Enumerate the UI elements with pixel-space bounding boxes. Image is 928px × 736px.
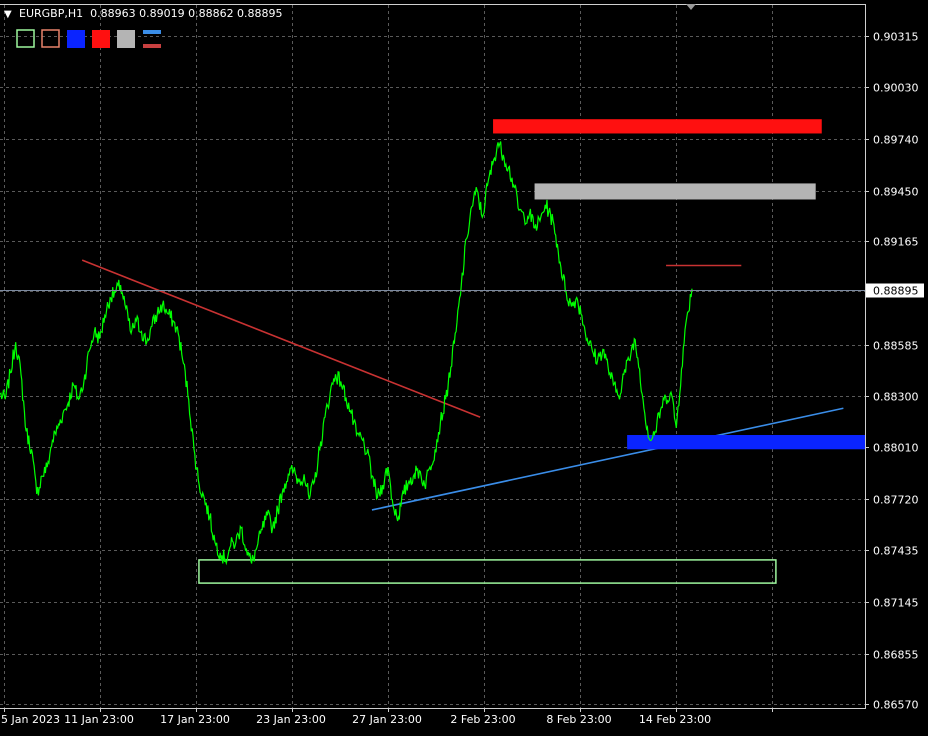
y-tick-label: 0.89740	[873, 134, 919, 147]
x-tick-label: 17 Jan 23:00	[160, 713, 230, 726]
y-tick-label: 0.88010	[873, 442, 919, 455]
y-tick-label: 0.87145	[873, 597, 919, 610]
y-tick-label: 0.87720	[873, 494, 919, 507]
chart-window[interactable]: 0.90315 0.90030 0.89740 0.89450 0.89165 0.888…	[0, 0, 928, 732]
x-tick-label: 14 Feb 23:00	[639, 713, 711, 726]
price-zone[interactable]	[627, 435, 865, 450]
x-tick-label: 27 Jan 23:00	[352, 713, 422, 726]
y-tick-label: 0.87435	[873, 545, 919, 558]
x-tick-label: 2 Feb 23:00	[450, 713, 515, 726]
y-tick-label: 0.86855	[873, 649, 919, 662]
x-tick-label: 5 Jan 2023	[1, 713, 60, 726]
y-tick-label: 0.88300	[873, 391, 919, 404]
x-tick-label: 8 Feb 23:00	[546, 713, 611, 726]
blue-fill-icon[interactable]	[67, 30, 85, 48]
price-zone[interactable]	[493, 119, 822, 134]
x-tick-label: 11 Jan 23:00	[64, 713, 134, 726]
price-zone[interactable]	[534, 183, 816, 200]
symbol-readout: EURGBP,H1 0.88963 0.89019 0.88862 0.8889…	[19, 7, 283, 20]
red-fill-icon[interactable]	[92, 30, 110, 48]
gray-fill-icon[interactable]	[117, 30, 135, 48]
y-tick-label: 0.90030	[873, 82, 919, 95]
y-tick-label: 0.88585	[873, 340, 919, 353]
y-tick-label: 0.89165	[873, 236, 919, 249]
y-tick-label: 0.90315	[873, 31, 919, 44]
chart-background	[0, 0, 928, 732]
current-price-label: 0.88895	[873, 285, 919, 298]
price-chart[interactable]: 0.90315 0.90030 0.89740 0.89450 0.89165 0.888…	[0, 0, 928, 732]
chart-header: ▼ EURGBP,H1 0.88963 0.89019 0.88862 0.88…	[4, 7, 283, 20]
dropdown-icon[interactable]: ▼	[4, 9, 12, 20]
x-tick-label: 23 Jan 23:00	[256, 713, 326, 726]
y-tick-label: 0.86570	[873, 699, 919, 712]
y-tick-label: 0.89450	[873, 186, 919, 199]
